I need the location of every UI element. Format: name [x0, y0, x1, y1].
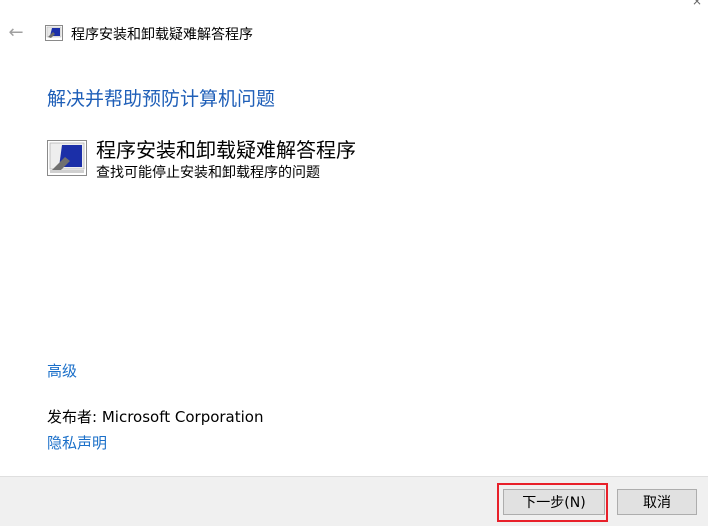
privacy-link[interactable]: 隐私声明 [47, 432, 107, 453]
publisher-info: 发布者: Microsoft Corporation [47, 406, 263, 427]
footer-bar: 下一步(N) 取消 [0, 476, 708, 526]
advanced-link[interactable]: 高级 [47, 360, 77, 381]
close-icon[interactable]: × [692, 0, 702, 8]
item-description: 查找可能停止安装和卸载程序的问题 [96, 165, 320, 181]
next-button[interactable]: 下一步(N) [503, 489, 605, 515]
publisher-value: Microsoft Corporation [101, 408, 264, 426]
item-title: 程序安装和卸载疑难解答程序 [96, 138, 356, 162]
title-bar: ← 程序安装和卸载疑难解答程序 × [0, 0, 708, 66]
troubleshooter-icon [47, 140, 87, 176]
page-heading: 解决并帮助预防计算机问题 [47, 88, 276, 110]
cancel-button[interactable]: 取消 [617, 489, 697, 515]
publisher-label: 发布者: [47, 408, 98, 426]
window-title: 程序安装和卸载疑难解答程序 [71, 27, 253, 43]
troubleshooter-item[interactable]: 程序安装和卸载疑难解答程序 查找可能停止安装和卸载程序的问题 [47, 133, 687, 183]
back-arrow-icon[interactable]: ← [6, 24, 26, 44]
troubleshooter-icon [45, 25, 63, 41]
